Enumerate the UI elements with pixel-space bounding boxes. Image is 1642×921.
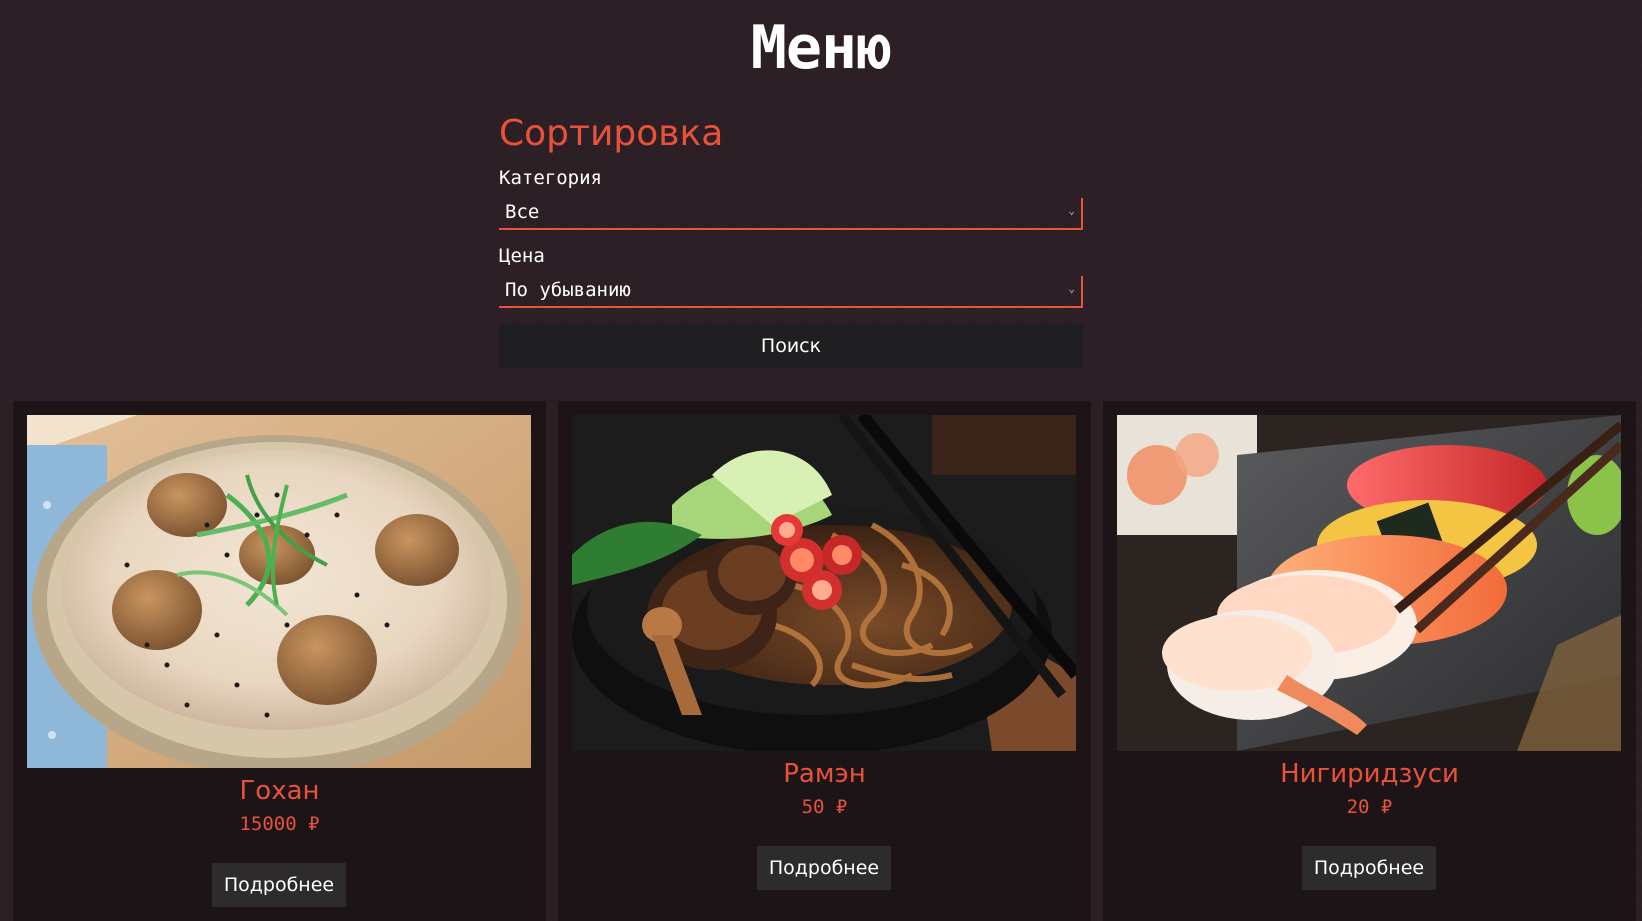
dish-name: Нигиридзуси bbox=[1280, 759, 1459, 789]
category-select-value: Все bbox=[505, 201, 540, 223]
dish-price: 20 ₽ bbox=[1346, 796, 1393, 818]
menu-card: Рамэн 50 ₽ Подробнее bbox=[558, 401, 1091, 921]
chevron-down-icon: ⌄ bbox=[1068, 282, 1075, 295]
sort-panel: Сортировка Категория Все ⌄ Цена По убыва… bbox=[499, 110, 1083, 368]
details-button[interactable]: Подробнее bbox=[757, 846, 891, 890]
rice-bowl-image bbox=[27, 415, 531, 768]
menu-card: Гохан 15000 ₽ Подробнее bbox=[13, 401, 546, 921]
page-title: Меню bbox=[750, 13, 893, 83]
details-button[interactable]: Подробнее bbox=[212, 863, 346, 907]
category-select[interactable]: Все ⌄ bbox=[499, 198, 1083, 230]
sort-heading: Сортировка bbox=[499, 113, 724, 154]
ramen-bowl-image bbox=[572, 415, 1076, 751]
dish-price: 15000 ₽ bbox=[239, 813, 320, 835]
price-label: Цена bbox=[499, 245, 545, 267]
details-button[interactable]: Подробнее bbox=[1302, 846, 1436, 890]
dish-name: Рамэн bbox=[783, 759, 866, 789]
menu-card: Нигиридзуси 20 ₽ Подробнее bbox=[1103, 401, 1636, 921]
nigiri-sushi-image bbox=[1117, 415, 1621, 751]
search-button[interactable]: Поиск bbox=[499, 324, 1083, 368]
price-select-value: По убыванию bbox=[505, 279, 631, 301]
menu-cards: Гохан 15000 ₽ Подробнее Рамэн 50 ₽ Подро… bbox=[13, 401, 1636, 921]
price-select[interactable]: По убыванию ⌄ bbox=[499, 276, 1083, 308]
chevron-down-icon: ⌄ bbox=[1068, 204, 1075, 217]
dish-name: Гохан bbox=[239, 776, 320, 806]
dish-price: 50 ₽ bbox=[801, 796, 848, 818]
category-label: Категория bbox=[499, 167, 602, 189]
